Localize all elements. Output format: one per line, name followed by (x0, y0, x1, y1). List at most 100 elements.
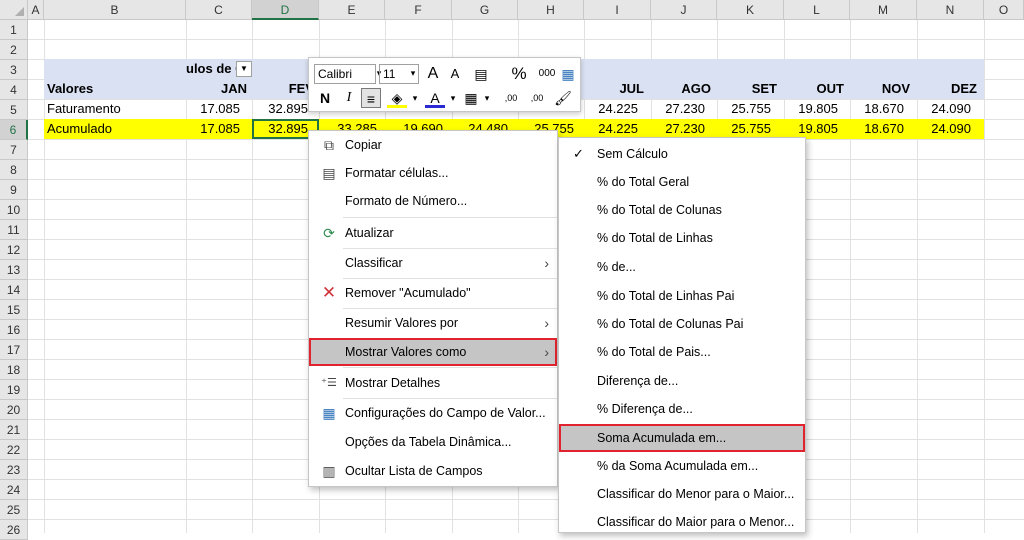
submenu-item[interactable]: Diferença de... (559, 367, 805, 395)
column-header-k[interactable]: K (717, 0, 784, 20)
pivot-value[interactable]: 24.225 (584, 99, 638, 119)
month-header[interactable]: JUL (584, 79, 644, 99)
pivot-value[interactable]: 17.085 (186, 119, 240, 139)
italic-icon[interactable]: I (339, 88, 359, 108)
column-header-e[interactable]: E (319, 0, 385, 20)
column-header-l[interactable]: L (784, 0, 850, 20)
submenu-item[interactable]: Classificar do Menor para o Maior... (559, 480, 805, 508)
comma-style-icon[interactable]: 000 (535, 64, 559, 84)
font-color-icon[interactable]: A (425, 88, 445, 108)
fill-color-icon[interactable]: ◈ (387, 88, 407, 108)
submenu-item[interactable]: % do Total Geral (559, 168, 805, 196)
row-header[interactable]: 10 (0, 200, 28, 220)
table-format-icon[interactable]: ▦ (558, 64, 578, 84)
pivot-row-label[interactable]: Faturamento (47, 99, 177, 119)
borders-dropdown-icon[interactable]: ▾ (477, 88, 497, 108)
column-header-j[interactable]: J (651, 0, 717, 20)
pivot-value[interactable]: 18.670 (850, 99, 904, 119)
menu-item-copy[interactable]: ⧉ Copiar (309, 131, 557, 159)
increase-decimal-icon[interactable]: ,00 (499, 88, 523, 108)
month-header[interactable]: NOV (850, 79, 910, 99)
column-header-g[interactable]: G (452, 0, 518, 20)
pivot-row-label[interactable]: Acumulado (47, 119, 177, 139)
month-header[interactable]: OUT (784, 79, 844, 99)
row-header[interactable]: 20 (0, 400, 28, 420)
row-header[interactable]: 11 (0, 220, 28, 240)
column-header-f[interactable]: F (385, 0, 452, 20)
percent-style-icon[interactable]: % (509, 64, 529, 84)
month-header[interactable]: DEZ (917, 79, 977, 99)
pivot-value[interactable]: 27.230 (651, 119, 705, 139)
month-header[interactable]: JAN (186, 79, 247, 99)
month-header[interactable]: SET (717, 79, 777, 99)
row-header[interactable]: 2 (0, 40, 28, 60)
row-header[interactable]: 16 (0, 320, 28, 340)
row-header[interactable]: 12 (0, 240, 28, 260)
menu-item-hide-field-list[interactable]: ▥ Ocultar Lista de Campos (309, 457, 557, 485)
submenu-item[interactable]: % do Total de Linhas Pai (559, 282, 805, 310)
accounting-format-icon[interactable]: ▤ (471, 64, 491, 84)
menu-item-refresh[interactable]: ⟳ Atualizar (309, 219, 557, 247)
row-header[interactable]: 22 (0, 440, 28, 460)
menu-item-format-cells[interactable]: ▤ Formatar células... (309, 159, 557, 187)
row-header[interactable]: 4 (0, 80, 28, 100)
pivot-value[interactable]: 24.090 (917, 119, 971, 139)
menu-item-summarize-values[interactable]: Resumir Valores por › (309, 309, 557, 337)
font-color-dropdown-icon[interactable]: ▾ (443, 88, 463, 108)
month-header[interactable]: FEV (252, 79, 314, 99)
pivot-value[interactable]: 24.225 (584, 119, 638, 139)
row-header[interactable]: 18 (0, 360, 28, 380)
row-header[interactable]: 17 (0, 340, 28, 360)
column-header-n[interactable]: N (917, 0, 984, 20)
submenu-item[interactable]: % do Total de Pais... (559, 338, 805, 366)
submenu-item[interactable]: % Diferença de... (559, 395, 805, 423)
row-header[interactable]: 23 (0, 460, 28, 480)
submenu-item[interactable]: % do Total de Linhas (559, 224, 805, 252)
pivot-value[interactable]: 18.670 (850, 119, 904, 139)
row-header[interactable]: 14 (0, 280, 28, 300)
row-header[interactable]: 25 (0, 500, 28, 520)
column-header-a[interactable]: A (28, 0, 44, 20)
pivot-value[interactable]: 19.805 (784, 119, 838, 139)
row-header[interactable]: 3 (0, 60, 28, 80)
row-header[interactable]: 15 (0, 300, 28, 320)
bold-icon[interactable]: N (315, 88, 335, 108)
row-header[interactable]: 9 (0, 180, 28, 200)
font-name-box[interactable]: Calibri (314, 64, 376, 84)
submenu-item[interactable]: % do Total de Colunas Pai (559, 310, 805, 338)
submenu-item-no-calculation[interactable]: ✓ Sem Cálculo (559, 140, 805, 168)
column-header-b[interactable]: B (44, 0, 186, 20)
fill-color-dropdown-icon[interactable]: ▾ (405, 88, 425, 108)
column-header-o[interactable]: O (984, 0, 1024, 20)
format-painter-icon[interactable]: 🖌 (553, 88, 573, 108)
row-header[interactable]: 7 (0, 140, 28, 160)
font-size-dropdown-icon[interactable]: ▾ (407, 64, 419, 84)
align-center-icon[interactable]: ≡ (361, 88, 381, 108)
decrease-decimal-icon[interactable]: ,00 (525, 88, 549, 108)
month-header[interactable]: AGO (651, 79, 711, 99)
submenu-item[interactable]: % do Total de Colunas (559, 196, 805, 224)
row-header[interactable]: 5 (0, 100, 28, 120)
row-header[interactable]: 1 (0, 20, 28, 40)
pivot-value[interactable]: 27.230 (651, 99, 705, 119)
submenu-item-running-total[interactable]: Soma Acumulada em... (559, 424, 805, 452)
pivot-value[interactable]: 19.805 (784, 99, 838, 119)
menu-item-number-format[interactable]: Formato de Número... (309, 187, 557, 215)
pivot-header-values[interactable]: Valores (47, 79, 177, 99)
row-header[interactable]: 19 (0, 380, 28, 400)
filter-dropdown-icon[interactable]: ▼ (236, 61, 252, 77)
grow-font-icon[interactable]: A (423, 64, 443, 84)
menu-item-pivot-options[interactable]: Opções da Tabela Dinâmica... (309, 428, 557, 456)
menu-item-remove-field[interactable]: ✕ Remover "Acumulado" (309, 279, 557, 307)
pivot-value[interactable]: 24.090 (917, 99, 971, 119)
column-header-i[interactable]: I (584, 0, 651, 20)
submenu-item[interactable]: % de... (559, 253, 805, 281)
row-header[interactable]: 6 (0, 120, 28, 140)
column-header-c[interactable]: C (186, 0, 252, 20)
pivot-value[interactable]: 17.085 (186, 99, 240, 119)
pivot-value[interactable]: 25.755 (717, 99, 771, 119)
menu-item-sort[interactable]: Classificar › (309, 249, 557, 277)
row-header[interactable]: 13 (0, 260, 28, 280)
shrink-font-icon[interactable]: A (445, 64, 465, 84)
submenu-item[interactable]: % da Soma Acumulada em... (559, 452, 805, 480)
